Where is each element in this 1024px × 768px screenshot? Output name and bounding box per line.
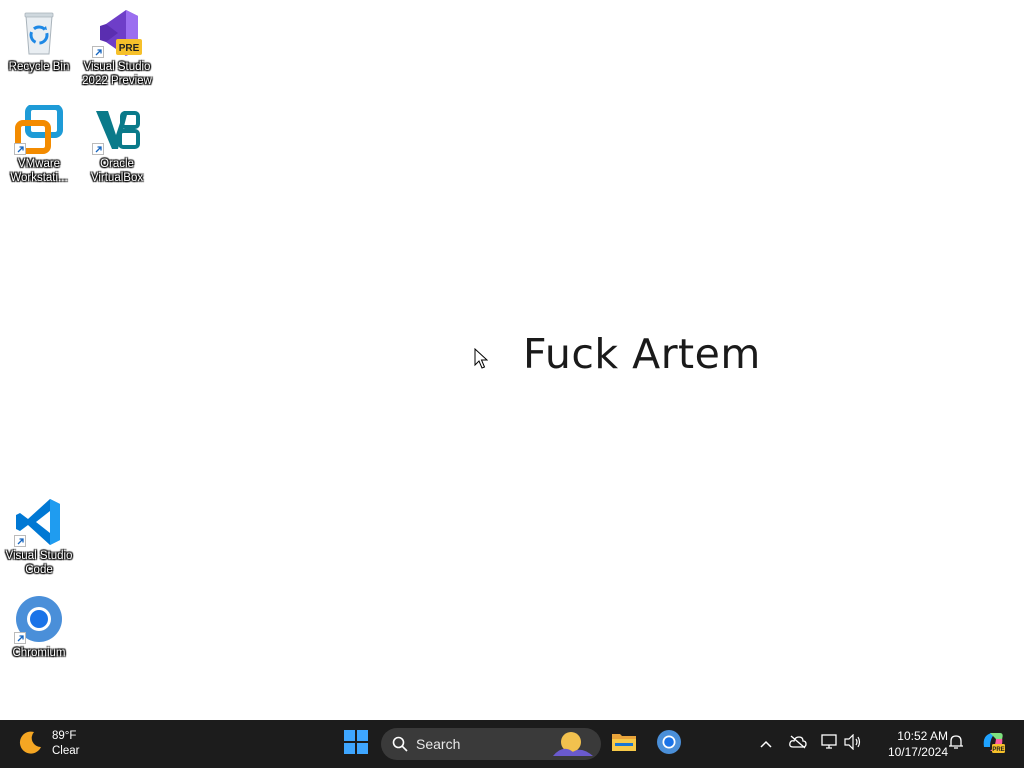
notifications-button[interactable] <box>944 732 968 756</box>
chevron-up-icon <box>760 735 772 753</box>
desktop-icon-label: Visual Studio Code <box>5 550 73 576</box>
search-highlight-icon <box>551 730 595 763</box>
search-icon <box>392 736 408 752</box>
volume-icon <box>844 733 862 755</box>
copilot-button[interactable]: PRE <box>980 731 1006 757</box>
weather-temperature: 89°F <box>52 730 77 742</box>
search-box[interactable]: Search <box>381 728 601 760</box>
chromium-icon <box>656 729 682 760</box>
visual-studio-preview-icon: PRE <box>92 8 142 58</box>
folder-icon <box>611 731 637 758</box>
desktop-icon-vscode[interactable]: Visual Studio Code <box>1 497 77 577</box>
system-clock[interactable]: 10:52 AM 10/17/2024 <box>872 728 948 760</box>
windows-start-icon <box>344 729 368 759</box>
vscode-icon <box>14 497 64 547</box>
cloud-offline-icon <box>789 735 807 754</box>
svg-text:PRE: PRE <box>119 43 140 54</box>
shortcut-arrow-icon <box>14 143 26 155</box>
virtualbox-icon <box>92 105 142 155</box>
search-label: Search <box>416 736 461 752</box>
shortcut-arrow-icon <box>14 632 26 644</box>
clock-date: 10/17/2024 <box>887 745 948 759</box>
weather-condition: Clear <box>52 745 80 757</box>
recycle-bin-icon <box>14 8 64 58</box>
wallpaper-text: Fuck Artem <box>523 330 761 378</box>
taskbar-file-explorer[interactable] <box>606 726 642 762</box>
desktop-icon-recycle-bin[interactable]: Recycle Bin <box>1 8 77 74</box>
desktop-icon-chromium[interactable]: Chromium <box>1 594 77 660</box>
clock-time: 10:52 AM <box>897 729 948 743</box>
desktop-icon-label: Chromium <box>12 647 66 659</box>
desktop-icon-label: VMware Workstati... <box>10 158 68 184</box>
shortcut-arrow-icon <box>92 143 104 155</box>
desktop-icon-label: Recycle Bin <box>8 61 70 73</box>
weather-widget[interactable]: 89°F Clear <box>16 726 79 762</box>
desktop: Recycle Bin PRE Visual Studio 2022 Previ… <box>0 0 1024 720</box>
shortcut-arrow-icon <box>14 535 26 547</box>
desktop-icon-virtualbox[interactable]: Oracle VirtualBox <box>79 105 155 185</box>
mouse-cursor-icon <box>474 347 489 375</box>
moon-icon <box>16 728 44 761</box>
shortcut-arrow-icon <box>92 46 104 58</box>
network-status[interactable] <box>818 732 842 756</box>
show-hidden-icons-button[interactable] <box>754 732 778 756</box>
taskbar-chromium[interactable] <box>651 726 687 762</box>
network-icon <box>821 733 839 755</box>
desktop-icon-label: Visual Studio 2022 Preview <box>82 61 152 87</box>
start-button[interactable] <box>338 726 374 762</box>
desktop-icon-visual-studio-preview[interactable]: PRE Visual Studio 2022 Preview <box>79 8 155 88</box>
desktop-icon-vmware[interactable]: VMware Workstati... <box>1 104 77 185</box>
taskbar: 89°F Clear Search 10:52 AM 10/17/2024 PR… <box>0 720 1024 768</box>
vmware-icon <box>14 104 64 155</box>
onedrive-status[interactable] <box>786 732 810 756</box>
notification-bell-icon <box>948 734 964 755</box>
volume-control[interactable] <box>841 732 865 756</box>
copilot-icon: PRE <box>980 729 1006 760</box>
chromium-icon <box>14 594 64 644</box>
svg-text:PRE: PRE <box>992 747 1004 753</box>
desktop-icon-label: Oracle VirtualBox <box>90 158 144 184</box>
